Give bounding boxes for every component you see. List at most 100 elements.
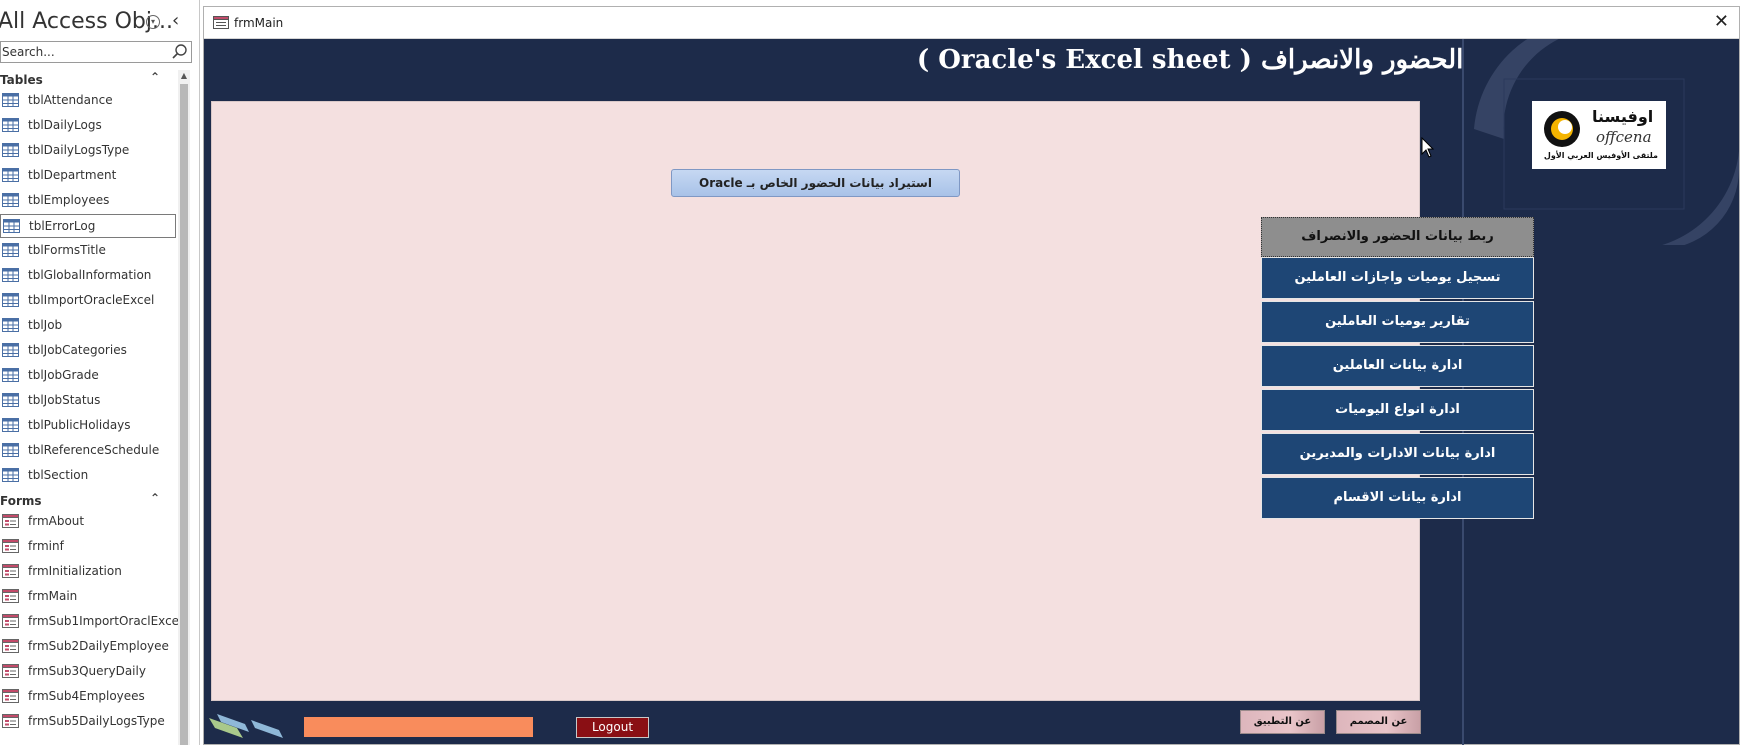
- table-icon: [2, 118, 19, 132]
- side-menu-item[interactable]: ادارة بيانات الادارات والمديرين: [1261, 433, 1534, 475]
- table-icon: [2, 468, 19, 482]
- chevron-up-icon[interactable]: ⌃: [150, 491, 160, 505]
- close-icon[interactable]: ✕: [1714, 12, 1729, 32]
- logout-button[interactable]: Logout: [576, 717, 649, 738]
- side-menu-item[interactable]: تسجيل يوميات واجازات العاملين: [1261, 257, 1534, 299]
- table-icon: [2, 393, 19, 407]
- nav-item[interactable]: tblFormsTitle: [0, 239, 176, 263]
- nav-item[interactable]: frmSub2DailyEmployee: [0, 635, 176, 659]
- nav-item-label: frmInitialization: [28, 564, 122, 578]
- table-icon: [2, 243, 19, 257]
- nav-item-label: tblErrorLog: [29, 219, 96, 233]
- search-icon[interactable]: [171, 43, 189, 61]
- nav-item-label: tblJobCategories: [28, 343, 127, 357]
- navigation-pane: All Access Obj... ▾ ‹ Tables ⌃ tblAttendan…: [0, 0, 200, 745]
- nav-item-label: tblFormsTitle: [28, 243, 106, 257]
- nav-item-label: tblDailyLogsType: [28, 143, 130, 157]
- table-icon: [2, 168, 19, 182]
- nav-item[interactable]: frmMain: [0, 585, 176, 609]
- nav-item[interactable]: tblJobStatus: [0, 389, 176, 413]
- nav-item-label: frmSub2DailyEmployee: [28, 639, 169, 653]
- table-icon: [2, 418, 19, 432]
- form-icon: [2, 689, 19, 703]
- nav-menu-dropdown-icon[interactable]: ▾: [146, 15, 160, 29]
- nav-group-label: Forms: [0, 494, 42, 508]
- table-icon: [3, 219, 20, 233]
- logo-area: اوفيسنا offcena ملتقى الأوفيس العربي الأ…: [1464, 39, 1739, 245]
- import-oracle-attendance-button[interactable]: استيراد بيانات الحضور الخاص بـ Oracle: [671, 169, 960, 197]
- nav-item-label: tblDepartment: [28, 168, 117, 182]
- scroll-up-icon[interactable]: ▲: [178, 70, 190, 82]
- nav-item-label: tblJobStatus: [28, 393, 101, 407]
- nav-item[interactable]: tblJobGrade: [0, 364, 176, 388]
- footer-decoration: [209, 714, 283, 738]
- nav-item-label: tblJob: [28, 318, 63, 332]
- about-designer-button[interactable]: عن المصمم: [1336, 710, 1421, 734]
- nav-header[interactable]: All Access Obj... ▾ ‹: [0, 5, 196, 39]
- form-icon: [2, 714, 19, 728]
- form-icon: [2, 539, 19, 553]
- nav-item[interactable]: frmSub4Employees: [0, 685, 176, 709]
- nav-search: [0, 41, 192, 63]
- nav-item[interactable]: tblReferenceSchedule: [0, 439, 176, 463]
- nav-item[interactable]: tblDepartment: [0, 164, 176, 188]
- nav-item[interactable]: frmAbout: [0, 510, 176, 534]
- nav-collapse-icon[interactable]: ‹: [172, 11, 179, 31]
- about-app-button[interactable]: عن التطبيق: [1240, 710, 1325, 734]
- nav-item[interactable]: tblJobCategories: [0, 339, 176, 363]
- nav-item-label: tblJobGrade: [28, 368, 99, 382]
- nav-scrollbar[interactable]: ▲: [178, 70, 190, 745]
- nav-item[interactable]: tblDailyLogs: [0, 114, 176, 138]
- nav-item[interactable]: frmSub3QueryDaily: [0, 660, 176, 684]
- nav-item-label: frmAbout: [28, 514, 85, 528]
- logo-text-english: offcena: [1596, 128, 1652, 146]
- nav-item-label: tblGlobalInformation: [28, 268, 152, 282]
- footer-status-bar: [304, 717, 533, 737]
- form-window: frmMain ✕ استيراد بيانات الحضور والانصرا…: [203, 6, 1740, 745]
- nav-item[interactable]: tblJob: [0, 314, 176, 338]
- nav-item-label: tblPublicHolidays: [28, 418, 131, 432]
- side-menu-item[interactable]: ادارة بيانات الاقسام: [1261, 477, 1534, 519]
- nav-item[interactable]: frmInitialization: [0, 560, 176, 584]
- nav-item[interactable]: tblErrorLog: [0, 214, 176, 238]
- nav-item[interactable]: frmSub1ImportOraclExcel: [0, 610, 182, 634]
- nav-item[interactable]: tblAttendance: [0, 89, 176, 113]
- nav-item-label: tblImportOracleExcel: [28, 293, 155, 307]
- nav-item-label: frmSub5DailyLogsType: [28, 714, 165, 728]
- nav-item[interactable]: tblDailyLogsType: [0, 139, 176, 163]
- mouse-cursor-icon: [1421, 137, 1435, 158]
- scroll-thumb[interactable]: [180, 84, 188, 745]
- nav-item-label: frminf: [28, 539, 64, 553]
- table-icon: [2, 443, 19, 457]
- side-menu-item[interactable]: ادارة بيانات العاملين: [1261, 345, 1534, 387]
- content-panel: استيراد بيانات الحضور الخاص بـ Oracle: [211, 101, 1420, 701]
- form-icon: [2, 664, 19, 678]
- side-menu-item[interactable]: ربط بيانات الحضور والانصراف: [1261, 217, 1534, 257]
- form-icon: [2, 639, 19, 653]
- table-icon: [2, 93, 19, 107]
- nav-item-label: frmSub3QueryDaily: [28, 664, 146, 678]
- table-icon: [2, 143, 19, 157]
- chevron-up-icon[interactable]: ⌃: [150, 70, 160, 84]
- nav-item[interactable]: frmSub5DailyLogsType: [0, 710, 176, 734]
- nav-item[interactable]: tblEmployees: [0, 189, 176, 213]
- side-menu-item[interactable]: تقارير يوميات العاملين: [1261, 301, 1534, 343]
- side-menu-item[interactable]: ادارة انواع اليوميات: [1261, 389, 1534, 431]
- nav-item[interactable]: tblPublicHolidays: [0, 414, 176, 438]
- nav-item[interactable]: tblSection: [0, 464, 176, 488]
- logo-mark-icon: [1544, 111, 1580, 147]
- nav-item-label: tblReferenceSchedule: [28, 443, 160, 457]
- nav-item-label: tblAttendance: [28, 93, 113, 107]
- nav-group-forms[interactable]: Forms ⌃: [0, 491, 176, 511]
- form-titlebar: frmMain ✕: [204, 7, 1739, 39]
- logo: اوفيسنا offcena ملتقى الأوفيس العربي الأ…: [1532, 101, 1666, 169]
- nav-group-tables[interactable]: Tables ⌃: [0, 70, 176, 90]
- form-icon: [2, 514, 19, 528]
- nav-item-label: tblEmployees: [28, 193, 110, 207]
- form-icon: [2, 614, 19, 628]
- nav-item[interactable]: tblGlobalInformation: [0, 264, 176, 288]
- nav-search-input[interactable]: [1, 42, 169, 62]
- nav-item[interactable]: tblImportOracleExcel: [0, 289, 176, 313]
- nav-item[interactable]: frminf: [0, 535, 176, 559]
- table-icon: [2, 318, 19, 332]
